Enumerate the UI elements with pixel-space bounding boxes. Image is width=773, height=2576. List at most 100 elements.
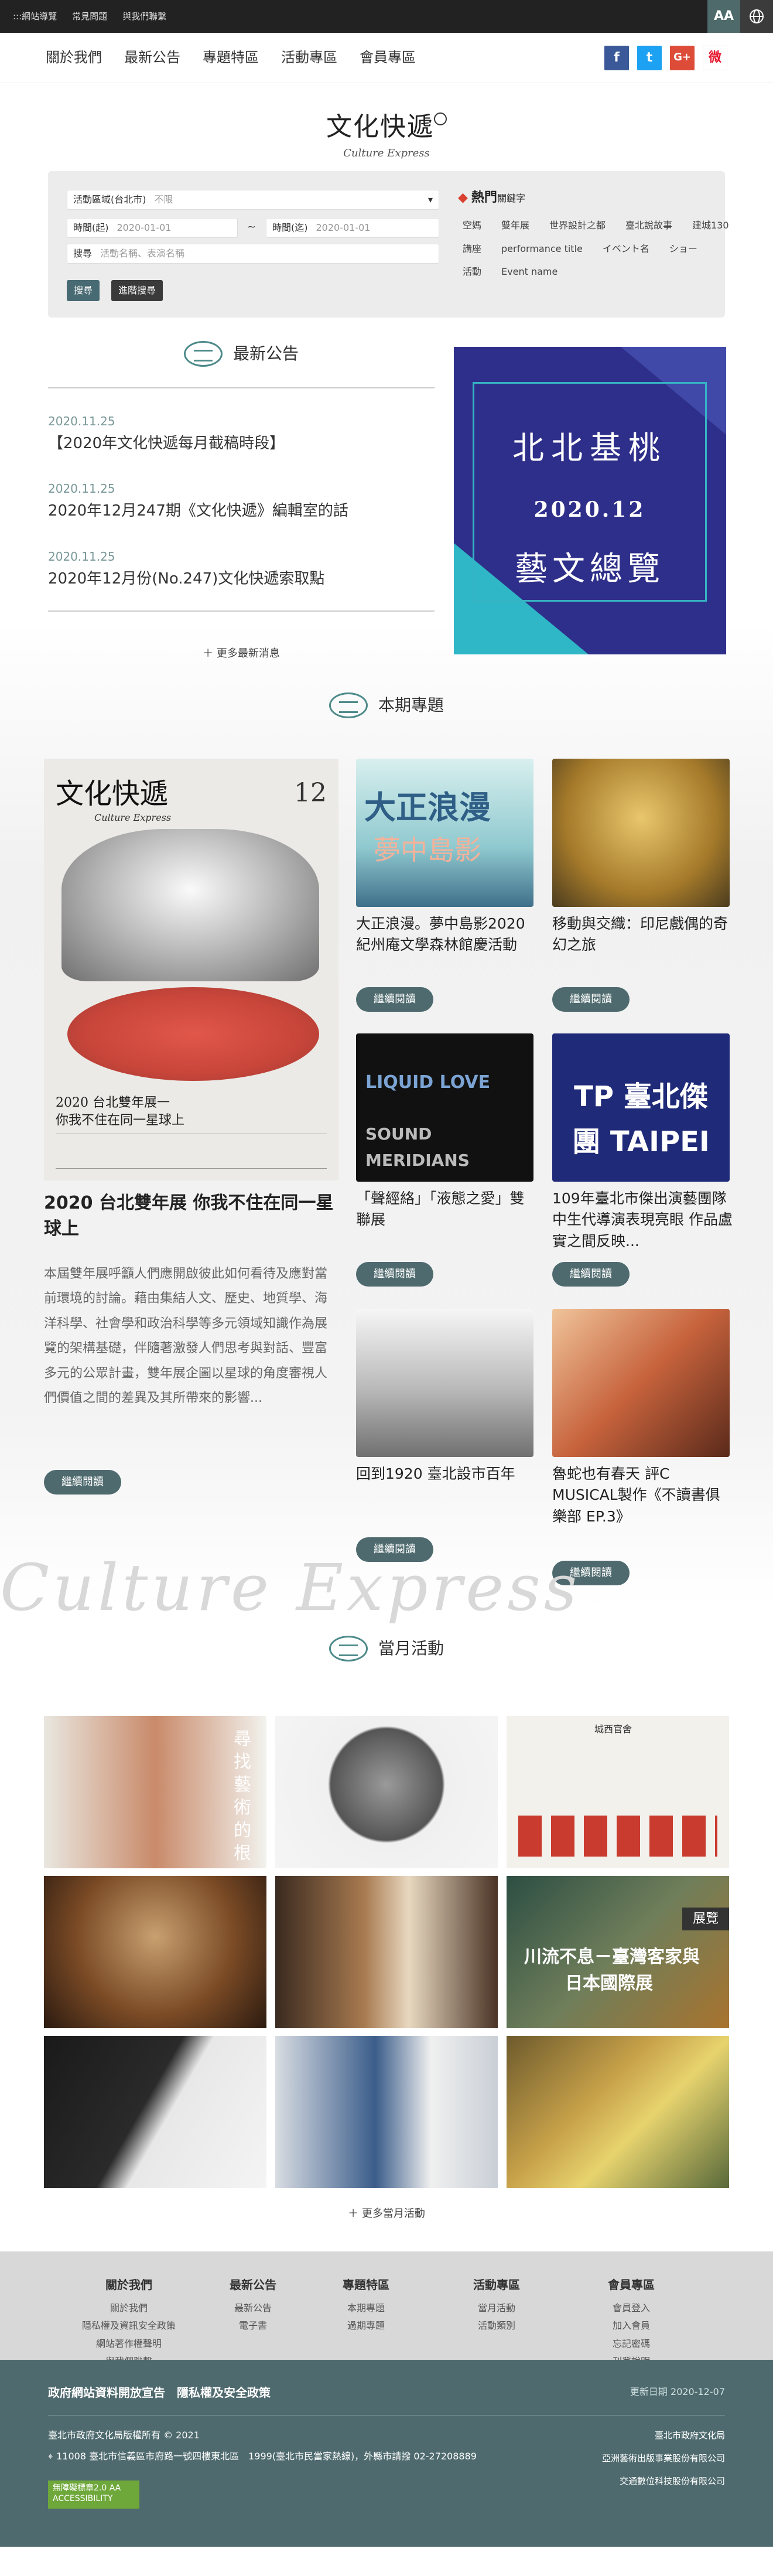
nav-member[interactable]: 會員專區 bbox=[360, 46, 416, 69]
activity-tile[interactable] bbox=[275, 1876, 498, 2028]
publisher-logo[interactable]: 亞洲藝術出版事業股份有限公司 bbox=[579, 2447, 725, 2470]
card-image[interactable] bbox=[356, 1309, 533, 1457]
search-button[interactable]: 搜尋 bbox=[67, 280, 100, 301]
area-select[interactable]: 活動區域(台北市) 不限 ▾ bbox=[67, 190, 439, 210]
contact-link[interactable]: 與我們聯繫 bbox=[122, 9, 166, 23]
news-divider bbox=[48, 387, 435, 388]
card-title[interactable]: 「聲經絡」「液態之愛」雙聯展 bbox=[356, 1188, 538, 1231]
keyword-tag[interactable]: 臺北說故事 bbox=[625, 218, 672, 233]
activity-tile[interactable]: 尋找藝術的根 bbox=[44, 1716, 266, 1868]
cover-red-globe-image bbox=[67, 987, 319, 1081]
card-image[interactable]: LIQUID LOVE SOUND MERIDIANS bbox=[356, 1033, 533, 1182]
language-globe-icon[interactable] bbox=[740, 0, 773, 33]
keyword-tag[interactable]: 活動 bbox=[463, 264, 481, 279]
news-item[interactable]: 2020.11.25 2020年12月份(No.247)文化快遞索取點 bbox=[48, 547, 435, 592]
footer-link[interactable]: 活動類別 bbox=[473, 2317, 520, 2335]
feature-title[interactable]: 2020 台北雙年展 你我不住在同一星球上 bbox=[44, 1190, 338, 1241]
read-more-button[interactable]: 繼續閱讀 bbox=[44, 1470, 121, 1495]
news-item[interactable]: 2020.11.25 【2020年文化快遞每月截稿時段】 bbox=[48, 412, 435, 456]
card-title[interactable]: 魯蛇也有春天 評C MUSICAL製作《不讀書俱樂部 EP.3》 bbox=[552, 1463, 734, 1527]
date-range-tilde: ~ bbox=[247, 221, 256, 233]
advanced-search-button[interactable]: 進階搜尋 bbox=[111, 280, 163, 301]
card-image[interactable]: 大正浪漫 夢中島影 bbox=[356, 759, 533, 907]
card-title[interactable]: 移動與交織：印尼戲偶的奇幻之旅 bbox=[552, 913, 734, 956]
facebook-icon[interactable]: f bbox=[604, 45, 629, 70]
footer-info: 政府網站資料開放宣告 隱私權及安全政策 更新日期 2020-12-07 臺北市政… bbox=[0, 2360, 773, 2547]
footer-link[interactable]: 過期專題 bbox=[343, 2317, 389, 2335]
weibo-icon[interactable]: 微 bbox=[703, 45, 727, 70]
googleplus-icon[interactable]: G+ bbox=[670, 45, 695, 70]
footer-column: 會員專區 會員登入 加入會員 忘記密碼 刊登說明 bbox=[608, 2274, 655, 2371]
start-date-field[interactable]: 時間(起) 2020-01-01 bbox=[67, 218, 238, 238]
poster-line1: 北北基桃 bbox=[512, 429, 667, 466]
footer-link[interactable]: 忘記密碼 bbox=[608, 2335, 655, 2353]
card-image[interactable] bbox=[552, 759, 730, 907]
update-date: 更新日期 2020-12-07 bbox=[630, 2386, 725, 2397]
footer-link[interactable]: 關於我們 bbox=[82, 2299, 176, 2317]
policy-links[interactable]: 政府網站資料開放宣告 隱私權及安全政策 bbox=[48, 2383, 271, 2402]
nav-news[interactable]: 最新公告 bbox=[124, 46, 180, 69]
activity-tile[interactable] bbox=[44, 1876, 266, 2028]
address: ⌖ 11008 臺北市信義區市府路一號四樓東北區 1999(臺北市民當家熱線)，… bbox=[48, 2451, 477, 2462]
tech-company-logo[interactable]: 交通數位科技股份有限公司 bbox=[579, 2470, 725, 2493]
section-logo-icon bbox=[329, 1636, 368, 1662]
card-title[interactable]: 大正浪漫。夢中島影2020紀州庵文學森林館慶活動 bbox=[356, 913, 538, 956]
more-activities-link[interactable]: ＋ 更多當月活動 bbox=[0, 2206, 773, 2223]
monthly-poster[interactable]: 北北基桃 2020.12 藝文總覽 bbox=[454, 347, 726, 654]
keyword-tag[interactable]: 建城130 bbox=[692, 218, 729, 233]
nav-about[interactable]: 關於我們 bbox=[46, 46, 102, 69]
nav-special[interactable]: 專題特區 bbox=[203, 46, 259, 69]
footer-link[interactable]: 會員登入 bbox=[608, 2299, 655, 2317]
copyright: 臺北市政府文化局版權所有 © 2021 bbox=[48, 2430, 200, 2441]
logo-cn: 文化快遞 bbox=[326, 112, 434, 142]
main-nav: 關於我們 最新公告 專題特區 活動專區 會員專區 f t G+ 微 bbox=[0, 33, 773, 83]
news-item[interactable]: 2020.11.25 2020年12月247期《文化快遞》編輯室的話 bbox=[48, 479, 435, 524]
keyword-tag[interactable]: performance title bbox=[501, 241, 583, 257]
read-more-button[interactable]: 繼續閱讀 bbox=[552, 1262, 630, 1287]
feature-cover-image[interactable]: 文化快遞 Culture Express 12 2020 台北雙年展一 你我不住… bbox=[44, 759, 338, 1180]
activity-tile[interactable] bbox=[275, 1716, 498, 1868]
footer-link[interactable]: 隱私權及資訊安全政策 bbox=[82, 2317, 176, 2335]
activity-tile[interactable] bbox=[275, 2036, 498, 2188]
activity-tile[interactable] bbox=[44, 2036, 266, 2188]
footer-link[interactable]: 電子書 bbox=[230, 2317, 276, 2335]
culture-bureau-logo[interactable]: 臺北市政府文化局 bbox=[579, 2424, 725, 2447]
footer-link[interactable]: 本期專題 bbox=[343, 2299, 389, 2317]
faq-link[interactable]: 常見問題 bbox=[72, 9, 107, 23]
keyword-tag[interactable]: 講座 bbox=[463, 241, 481, 257]
keyword-tag[interactable]: イベント名 bbox=[603, 241, 649, 257]
card-title[interactable]: 回到1920 臺北設市百年 bbox=[356, 1463, 538, 1485]
site-logo[interactable]: 文化快遞 Culture Express bbox=[0, 107, 773, 162]
sitemap-link[interactable]: :::網站導覽 bbox=[13, 9, 57, 23]
nav-activities[interactable]: 活動專區 bbox=[281, 46, 337, 69]
activity-tile[interactable]: 展覽 川流不息－臺灣客家與 日本國際展 bbox=[507, 1876, 729, 2028]
card-title[interactable]: 109年臺北市傑出演藝團隊 中生代導演表現亮眼 作品盧實之間反映... bbox=[552, 1188, 734, 1252]
keyword-tag[interactable]: 雙年展 bbox=[501, 218, 529, 233]
keyword-tag[interactable]: Event name bbox=[501, 264, 557, 279]
keyword-tag[interactable]: 世界設計之都 bbox=[549, 218, 606, 233]
hot-keywords-title: ◆ 熱門關鍵字 bbox=[458, 190, 525, 205]
footer-links: 關於我們 關於我們 隱私權及資訊安全政策 網站著作權聲明 與我們聯繫 最新公告 … bbox=[0, 2251, 773, 2367]
footer-column: 專題特區 本期專題 過期專題 bbox=[343, 2274, 389, 2335]
activity-tile[interactable] bbox=[507, 2036, 729, 2188]
read-more-button[interactable]: 繼續閱讀 bbox=[356, 1262, 433, 1287]
accessibility-badge[interactable]: 無障礙標章2.0 AA ACCESSIBILITY bbox=[48, 2481, 139, 2509]
activity-tile[interactable]: 城西官舍 bbox=[507, 1716, 729, 1868]
read-more-button[interactable]: 繼續閱讀 bbox=[356, 987, 433, 1012]
cover-text-block bbox=[56, 1134, 327, 1169]
keyword-tag[interactable]: ショー bbox=[669, 241, 697, 257]
card-image[interactable]: TP 臺北傑團 TAIPEI bbox=[552, 1033, 730, 1182]
footer-link[interactable]: 網站著作權聲明 bbox=[82, 2335, 176, 2353]
end-date-field[interactable]: 時間(迄) 2020-01-01 bbox=[266, 218, 439, 238]
more-news-link[interactable]: ＋ 更多最新消息 bbox=[48, 646, 435, 663]
footer-link[interactable]: 最新公告 bbox=[230, 2299, 276, 2317]
social-links: f t G+ 微 bbox=[604, 45, 727, 70]
card-image[interactable] bbox=[552, 1309, 730, 1457]
font-size-button[interactable]: AA bbox=[707, 0, 740, 33]
footer-link[interactable]: 加入會員 bbox=[608, 2317, 655, 2335]
read-more-button[interactable]: 繼續閱讀 bbox=[552, 987, 630, 1012]
footer-link[interactable]: 當月活動 bbox=[473, 2299, 520, 2317]
keyword-tag[interactable]: 空媽 bbox=[463, 218, 481, 233]
keyword-field[interactable]: 搜尋 活動名稱、表演名稱 bbox=[67, 244, 439, 264]
twitter-icon[interactable]: t bbox=[637, 45, 662, 70]
